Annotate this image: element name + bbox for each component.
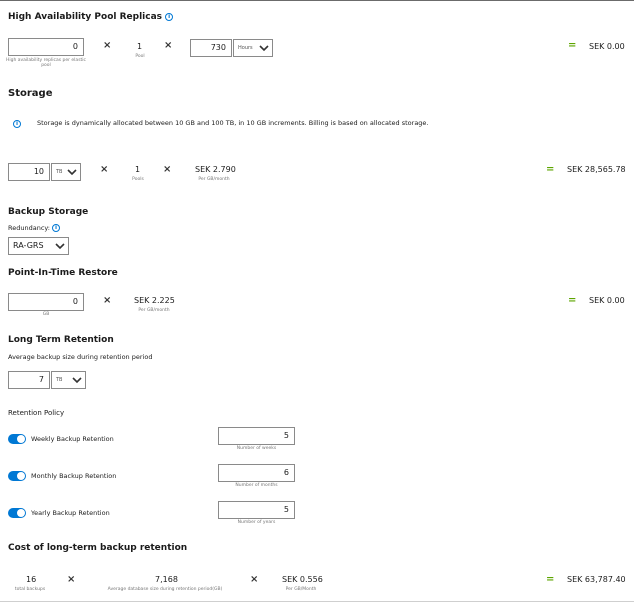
multiply-icon: × bbox=[100, 164, 109, 175]
toggle-knob bbox=[17, 472, 25, 480]
ha-result: SEK 0.00 bbox=[589, 42, 625, 51]
equals-icon: = bbox=[546, 164, 555, 175]
equals-icon: = bbox=[546, 574, 555, 585]
ha-replicas-input[interactable]: 0 bbox=[8, 38, 84, 56]
ha-replicas-caption: High availability replicas per elastic p… bbox=[5, 58, 87, 68]
yearly-input[interactable]: 5 bbox=[218, 501, 295, 519]
ltr-price-caption: Per GB/Month bbox=[285, 587, 317, 592]
monthly-caption: Number of months bbox=[235, 483, 278, 488]
yearly-label: Yearly Backup Retention bbox=[31, 509, 110, 517]
cost-title: Cost of long-term backup retention bbox=[8, 543, 188, 553]
top-divider bbox=[0, 0, 634, 1]
ha-hours-unit-label: Hours bbox=[238, 45, 253, 51]
multiply-icon: × bbox=[103, 295, 112, 306]
chevron-down-icon bbox=[67, 169, 77, 176]
policy-title: Retention Policy bbox=[8, 409, 65, 417]
multiply-icon: × bbox=[164, 40, 173, 51]
ltr-title: Long Term Retention bbox=[8, 335, 114, 345]
redundancy-label-text: Redundancy: bbox=[8, 224, 50, 232]
info-icon[interactable]: i bbox=[165, 12, 174, 21]
multiply-icon: × bbox=[163, 164, 172, 175]
weekly-caption: Number of weeks bbox=[236, 446, 277, 451]
cost-result: SEK 63,787.40 bbox=[567, 575, 626, 584]
pitr-input[interactable]: 0 bbox=[8, 293, 84, 311]
redundancy-label: Redundancy: i bbox=[8, 224, 61, 232]
weekly-input[interactable]: 5 bbox=[218, 427, 295, 445]
weekly-label: Weekly Backup Retention bbox=[31, 435, 114, 443]
ha-title-text: High Availability Pool Replicas bbox=[8, 12, 163, 22]
storage-price-caption: Per GB/month bbox=[198, 177, 230, 182]
ltr-unit-label: TB bbox=[56, 377, 63, 383]
total-backups-caption: total backups bbox=[14, 587, 46, 592]
equals-icon: = bbox=[568, 40, 577, 51]
redundancy-select[interactable]: RA-GRS bbox=[8, 237, 69, 255]
ltr-unit-select[interactable]: TB bbox=[51, 371, 86, 389]
total-backups: 16 bbox=[26, 575, 37, 584]
toggle-knob bbox=[17, 435, 25, 443]
ltr-avg-label: Average backup size during retention per… bbox=[8, 353, 153, 361]
multiply-icon: × bbox=[250, 574, 259, 585]
monthly-input[interactable]: 6 bbox=[218, 464, 295, 482]
pitr-caption: GB bbox=[42, 312, 50, 317]
yearly-toggle[interactable] bbox=[8, 508, 26, 518]
toggle-knob bbox=[17, 509, 25, 517]
storage-pools-count: 1 bbox=[135, 165, 141, 174]
multiply-icon: × bbox=[67, 574, 76, 585]
chevron-down-icon bbox=[55, 243, 65, 250]
info-icon[interactable]: i bbox=[52, 224, 61, 232]
weekly-toggle[interactable] bbox=[8, 434, 26, 444]
multiply-icon: × bbox=[103, 40, 112, 51]
yearly-caption: Number of years bbox=[237, 520, 276, 525]
equals-icon: = bbox=[568, 295, 577, 306]
monthly-toggle[interactable] bbox=[8, 471, 26, 481]
pitr-result: SEK 0.00 bbox=[589, 296, 625, 305]
info-icon: i bbox=[13, 120, 21, 128]
ha-title: High Availability Pool Replicas i bbox=[8, 12, 174, 22]
storage-pools-caption: Pools bbox=[132, 177, 144, 182]
ha-pool-count: 1 bbox=[137, 42, 143, 51]
storage-size-input[interactable]: 10 bbox=[8, 163, 50, 181]
ltr-price: SEK 0.556 bbox=[282, 575, 323, 584]
ha-hours-unit-select[interactable]: Hours bbox=[233, 39, 273, 57]
pitr-price: SEK 2.225 bbox=[134, 296, 175, 305]
avg-size-caption: Average database size during retention p… bbox=[107, 587, 223, 592]
storage-result: SEK 28,565.78 bbox=[567, 165, 626, 174]
pitr-title: Point-In-Time Restore bbox=[8, 268, 118, 278]
ha-hours-input[interactable]: 730 bbox=[190, 39, 232, 57]
backup-title: Backup Storage bbox=[8, 207, 89, 217]
pitr-price-caption: Per GB/month bbox=[138, 308, 170, 313]
redundancy-value: RA-GRS bbox=[13, 241, 44, 250]
chevron-down-icon bbox=[259, 45, 269, 52]
storage-price: SEK 2.790 bbox=[195, 165, 236, 174]
ha-pool-caption: Pool bbox=[135, 54, 145, 59]
storage-unit-label: TB bbox=[56, 169, 63, 175]
storage-title: Storage bbox=[8, 88, 53, 99]
chevron-down-icon bbox=[72, 377, 82, 384]
monthly-label: Monthly Backup Retention bbox=[31, 472, 117, 480]
storage-info-text: Storage is dynamically allocated between… bbox=[37, 119, 429, 127]
storage-unit-select[interactable]: TB bbox=[51, 163, 81, 181]
bottom-divider bbox=[0, 601, 634, 602]
ltr-avg-input[interactable]: 7 bbox=[8, 371, 50, 389]
avg-size: 7,168 bbox=[155, 575, 178, 584]
